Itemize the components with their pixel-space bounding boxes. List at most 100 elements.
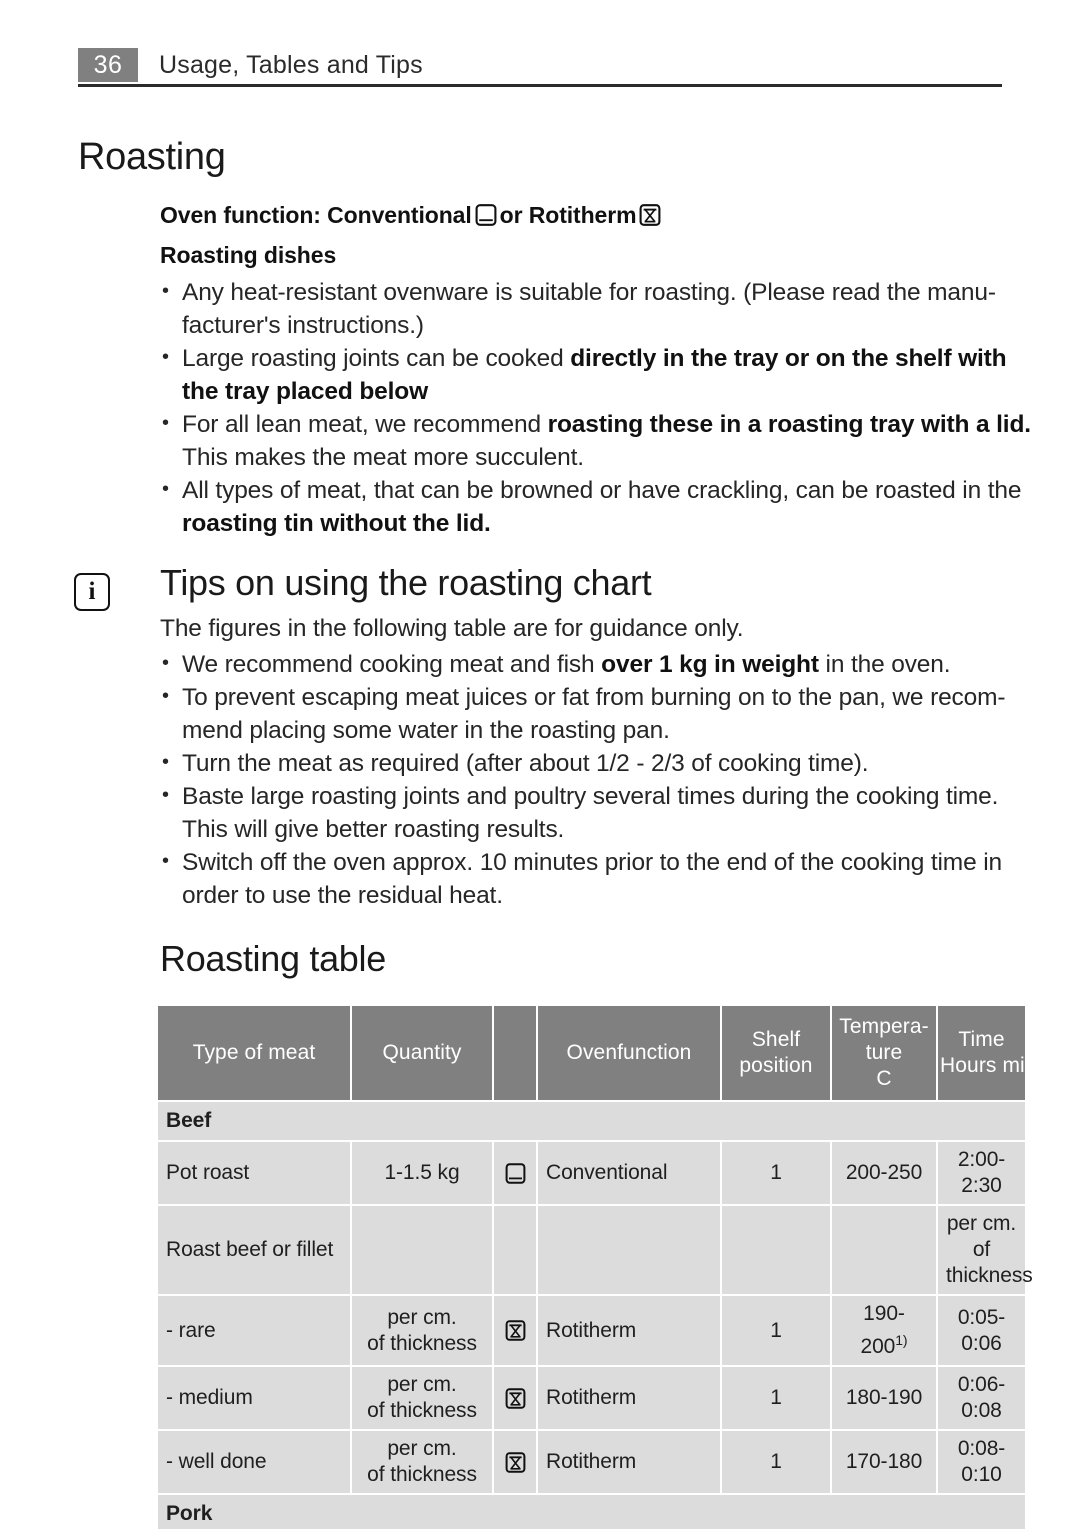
- cell-quantity-line1: per cm.: [387, 1305, 457, 1329]
- cell-quantity-line1: per cm.: [387, 1437, 457, 1460]
- cell-ovenfunction-icon: [494, 1367, 536, 1429]
- conventional-oven-icon: [505, 1162, 526, 1185]
- cell-temperature: 180-190: [832, 1367, 936, 1429]
- list-item: Switch off the oven approx. 10 minutes p…: [160, 845, 1040, 912]
- table-body: Beef Pot roast 1-1.5 kg Conventional 1 200-25…: [158, 1102, 1033, 1529]
- list-item-text: This makes the meat more succulent.: [182, 444, 584, 471]
- list-item-emphasis: over 1 kg in weight: [601, 651, 819, 678]
- list-item-text: Switch off the oven approx. 10 minutes p…: [182, 849, 1002, 909]
- table-header-row: Type of meat Quantity Ovenfunction Shelf…: [158, 1006, 1048, 1100]
- cell-temperature: [832, 1206, 936, 1294]
- cell-temperature-value: 200-250: [845, 1161, 923, 1184]
- cell-ovenfunction-icon: [494, 1206, 536, 1294]
- list-item: To prevent escaping meat juices or fat f…: [160, 680, 1040, 747]
- col-header-ovenfunction: Ovenfunction: [538, 1006, 720, 1100]
- list-item: We recommend cooking meat and fish over …: [160, 647, 1040, 681]
- cell-quantity: per cm. of thickness: [352, 1367, 492, 1429]
- table-row: - well done per cm. of thickness Rotitherm 1…: [158, 1431, 1025, 1493]
- roasting-dishes-bullet-list: Any heat-resistant ovenware is suitable …: [160, 275, 1040, 540]
- list-item: Baste large roasting joints and poultry …: [160, 779, 1040, 846]
- running-header: 36 Usage, Tables and Tips: [78, 48, 1002, 88]
- cell-shelf-position: 1: [722, 1142, 830, 1204]
- list-item: For all lean meat, we recommend roasting…: [160, 407, 1040, 474]
- rotitherm-icon: [505, 1387, 526, 1410]
- cell-shelf-position: 1: [722, 1367, 830, 1429]
- list-item-text: We recommend cooking meat and fish: [182, 651, 602, 678]
- list-item-text: in the oven.: [818, 651, 951, 678]
- cell-temperature: 170-180: [832, 1431, 936, 1493]
- rotitherm-icon: [505, 1319, 526, 1342]
- col-header-quantity: Quantity: [352, 1006, 492, 1100]
- cell-quantity-line2: of thickness: [367, 1399, 477, 1422]
- cell-time-line2: thickness: [946, 1264, 1033, 1287]
- cell-temperature-value: 190-200: [860, 1302, 905, 1358]
- col-header-time-line1: Time: [958, 1028, 1005, 1051]
- list-item: Turn the meat as required (after about 1…: [160, 746, 1040, 780]
- cell-type-of-meat: Pot roast: [158, 1142, 350, 1204]
- col-header-time: Time Hours mins: [938, 1006, 1048, 1100]
- col-header-temp-line2: ture: [865, 1041, 903, 1064]
- list-item-text: To prevent escaping meat juices or fat f…: [182, 684, 1006, 744]
- col-header-temperature: Tempera- ture C: [832, 1006, 936, 1100]
- cell-temperature: 200-250: [832, 1142, 936, 1204]
- tips-bullet-list: We recommend cooking meat and fish over …: [160, 647, 1040, 912]
- oven-function-subheading: Oven function: Conventional or Rotitherm: [160, 202, 664, 229]
- cell-time-line1: per cm. of: [946, 1212, 1017, 1261]
- rotitherm-icon: [505, 1451, 526, 1474]
- table-group-label: Pork: [158, 1495, 1025, 1529]
- list-item-emphasis: roasting these in a roasting tray with a…: [547, 411, 1032, 438]
- roasting-table-heading: Roasting table: [160, 938, 386, 979]
- cell-type-of-meat: Roast beef or fillet: [158, 1206, 350, 1294]
- cell-shelf-position: 1: [722, 1431, 830, 1493]
- cell-shelf-position: [722, 1206, 830, 1294]
- table-row: - medium per cm. of thickness Rotitherm 1 180…: [158, 1367, 1025, 1429]
- table-row: Roast beef or fillet per cm. of thickness: [158, 1206, 1033, 1294]
- oven-function-label-before: Oven function: Conventional: [160, 202, 472, 228]
- cell-quantity: [352, 1206, 492, 1294]
- running-header-title: Usage, Tables and Tips: [159, 51, 423, 79]
- cell-type-of-meat: - medium: [158, 1367, 350, 1429]
- cell-ovenfunction: [538, 1206, 720, 1294]
- cell-ovenfunction-icon: [494, 1296, 536, 1365]
- list-item-text: Baste large roasting joints and poultry …: [182, 783, 999, 843]
- cell-time: 0:08-0:10: [938, 1431, 1025, 1493]
- cell-ovenfunction-icon: [494, 1431, 536, 1493]
- table-group-row: Pork: [158, 1495, 1025, 1529]
- list-item-emphasis: roasting tin without the lid.: [182, 510, 491, 537]
- conventional-oven-icon: [475, 203, 497, 227]
- cell-quantity-line1: per cm.: [387, 1373, 457, 1396]
- cell-shelf-position: 1: [722, 1296, 830, 1365]
- header-rule: [78, 84, 1002, 87]
- page-title: Roasting: [78, 136, 226, 178]
- table-row: Pot roast 1-1.5 kg Conventional 1 200-250 2:0…: [158, 1142, 1025, 1204]
- cell-temperature: 190-2001): [832, 1296, 936, 1365]
- rotitherm-icon: [639, 203, 661, 227]
- list-item: Any heat-resistant ovenware is suitable …: [160, 275, 1040, 342]
- table-group-label: Beef: [158, 1102, 1025, 1140]
- tips-heading: Tips on using the roasting chart: [160, 562, 652, 603]
- list-item-text: Any heat-resistant ovenware is suitable …: [182, 279, 996, 339]
- cell-quantity: 1-1.5 kg: [352, 1142, 492, 1204]
- cell-time: 0:06-0:08: [938, 1367, 1025, 1429]
- roasting-table: Type of meat Quantity Ovenfunction Shelf…: [156, 1004, 1048, 1529]
- table-group-row: Beef: [158, 1102, 1025, 1140]
- cell-type-of-meat: - rare: [158, 1296, 350, 1365]
- cell-time: 0:05-0:06: [938, 1296, 1025, 1365]
- cell-quantity: per cm. of thickness: [352, 1296, 492, 1365]
- col-header-icon: [494, 1006, 536, 1100]
- col-header-shelf-position: Shelf position: [722, 1006, 830, 1100]
- cell-ovenfunction-icon: [494, 1142, 536, 1204]
- info-icon: i: [74, 573, 110, 611]
- document-page: 36 Usage, Tables and Tips Roasting Oven f…: [0, 0, 1080, 1529]
- list-item: Large roasting joints can be cooked dire…: [160, 341, 1040, 408]
- cell-type-of-meat: - well done: [158, 1431, 350, 1493]
- cell-quantity-line2: of thickness: [367, 1463, 477, 1486]
- col-header-time-line2: Hours mins: [940, 1054, 1048, 1077]
- oven-function-label-middle: or Rotitherm: [499, 202, 637, 228]
- list-item-text: All types of meat, that can be browned o…: [182, 477, 1022, 504]
- list-item-text: For all lean meat, we recommend: [182, 411, 548, 438]
- col-header-temp-line1: Tempera-: [839, 1015, 929, 1038]
- cell-temperature-value: 180-190: [845, 1386, 923, 1409]
- list-item-text: Large roasting joints can be cooked: [182, 345, 571, 372]
- list-item: All types of meat, that can be browned o…: [160, 473, 1040, 540]
